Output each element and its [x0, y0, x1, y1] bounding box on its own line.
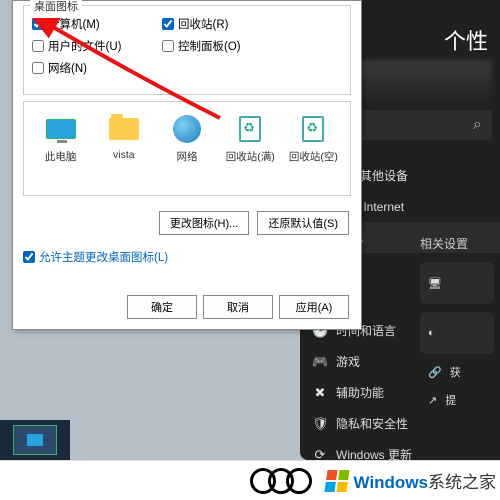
dialog-footer-buttons: 确定 取消 应用(A): [127, 295, 349, 319]
icon-label: 回收站(满): [226, 149, 275, 164]
recycle-empty-icon: [302, 116, 324, 142]
recycle-full-icon: [239, 116, 261, 142]
search-icon: ⌕: [473, 116, 482, 134]
checkbox-label: 回收站(R): [178, 16, 228, 32]
checkbox-user-files[interactable]: 用户的文件(U): [32, 38, 121, 54]
cancel-button[interactable]: 取消: [203, 295, 273, 319]
monitor-icon: [46, 119, 76, 139]
shield-icon: 🛡: [312, 416, 328, 432]
theme-preview: [352, 60, 492, 104]
checkbox-network[interactable]: 网络(N): [32, 60, 87, 76]
change-icon-button[interactable]: 更改图标(H)...: [159, 211, 249, 235]
related-settings-header: 相关设置: [420, 235, 494, 252]
windows-logo-icon: [324, 470, 349, 492]
contrast-icon: ◐: [428, 327, 435, 339]
taskbar-thumbnail[interactable]: [13, 425, 57, 455]
checkbox-network-input[interactable]: [32, 62, 44, 74]
ok-button[interactable]: 确定: [127, 295, 197, 319]
checkbox-recycle-input[interactable]: [162, 18, 174, 30]
checkbox-label: 网络(N): [48, 60, 87, 76]
monitor-icon: [27, 434, 43, 446]
checkbox-label: 允许主题更改桌面图标(L): [39, 249, 168, 265]
icon-label: 网络: [177, 149, 198, 164]
checkbox-label: 控制面板(O): [178, 38, 241, 54]
allow-theme-input[interactable]: [23, 251, 35, 263]
monitor-icon: 🖥: [428, 277, 442, 290]
related-link-get[interactable]: 🔗获: [420, 362, 494, 382]
icon-buttons-row: 更改图标(H)... 还原默认值(S): [159, 211, 349, 235]
icon-label: vista: [113, 149, 135, 161]
allow-theme-checkbox[interactable]: 允许主题更改桌面图标(L): [23, 249, 168, 265]
group-legend: 桌面图标: [30, 0, 82, 14]
link-label: 提: [445, 392, 456, 408]
rings-logo: [250, 465, 320, 497]
checkbox-label: 计算机(M): [48, 16, 100, 32]
icon-network[interactable]: 网络: [162, 112, 211, 191]
checkbox-label: 用户的文件(U): [48, 38, 121, 54]
accessibility-icon: ✖: [312, 385, 328, 401]
checkbox-user-files-input[interactable]: [32, 40, 44, 52]
checkbox-computer[interactable]: 计算机(M): [32, 16, 100, 32]
link-icon: 🔗: [428, 366, 442, 379]
taskbar-segment: [0, 420, 70, 460]
icon-recycle-full[interactable]: 回收站(满): [226, 112, 275, 191]
apply-button[interactable]: 应用(A): [279, 295, 349, 319]
icon-recycle-empty[interactable]: 回收站(空): [289, 112, 338, 191]
nav-label: 隐私和安全性: [336, 415, 408, 432]
related-settings-panel: 相关设置 🖥 ◐ 🔗获 ↗提: [420, 235, 494, 418]
icon-label: 此电脑: [45, 149, 77, 164]
checkbox-recycle[interactable]: 回收站(R): [162, 16, 228, 32]
gaming-icon: 🎮: [312, 354, 328, 370]
restore-default-button[interactable]: 还原默认值(S): [257, 211, 349, 235]
desktop-icons-group: 桌面图标 计算机(M) 回收站(R) 用户的文件(U) 控制面板(O) 网络(N…: [23, 5, 351, 95]
desktop-icons-dialog: 桌面图标 计算机(M) 回收站(R) 用户的文件(U) 控制面板(O) 网络(N…: [12, 0, 362, 330]
checkbox-control-panel-input[interactable]: [162, 40, 174, 52]
icon-preview-list: 此电脑 vista 网络 回收站(满) 回收站(空): [23, 101, 351, 196]
related-card-dark[interactable]: ◐: [420, 312, 494, 354]
settings-page-title: 个性: [444, 24, 488, 56]
folder-icon: [109, 118, 139, 140]
icon-label: 回收站(空): [289, 149, 338, 164]
watermark-text: Windows系统之家: [354, 468, 496, 493]
nav-label: 游戏: [336, 353, 360, 370]
globe-icon: [173, 115, 201, 143]
watermark-bar: Windows系统之家: [0, 460, 500, 500]
link-label: 获: [450, 364, 461, 380]
icon-this-pc[interactable]: 此电脑: [36, 112, 85, 191]
feedback-icon: ↗: [428, 394, 437, 407]
related-link-feedback[interactable]: ↗提: [420, 390, 494, 410]
checkbox-control-panel[interactable]: 控制面板(O): [162, 38, 241, 54]
related-card-display[interactable]: 🖥: [420, 262, 494, 304]
checkbox-computer-input[interactable]: [32, 18, 44, 30]
icon-vista[interactable]: vista: [99, 112, 148, 191]
nav-label: 辅助功能: [336, 384, 384, 401]
